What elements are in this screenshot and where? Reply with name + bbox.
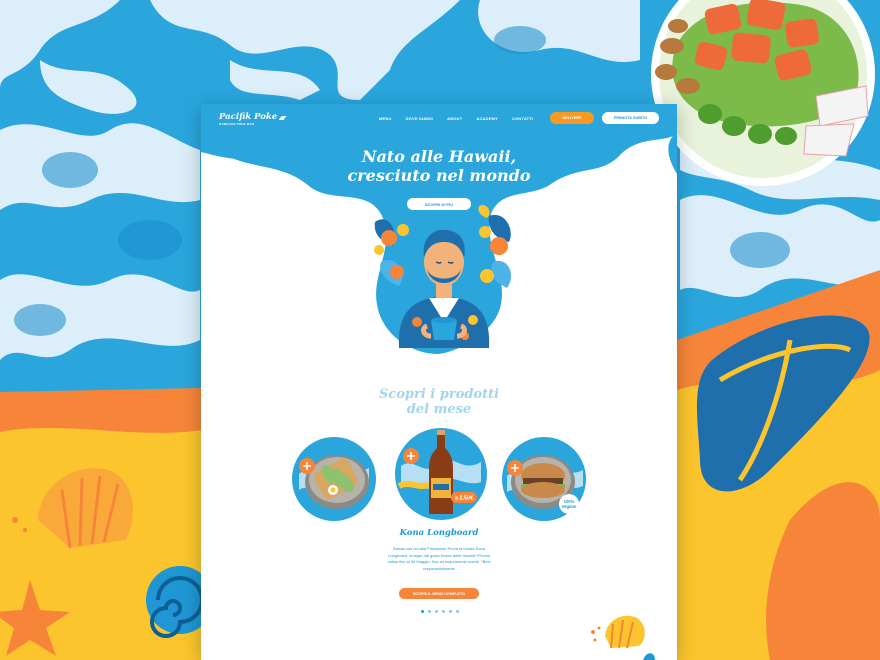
nav-link-about[interactable]: ABOUT <box>447 116 462 121</box>
delivery-button[interactable]: DELIVERY <box>550 112 594 124</box>
brand-logo[interactable]: Pacifik Poke HAWAIIAN POKE BAR <box>219 113 287 129</box>
carousel-pagination <box>421 610 459 613</box>
carousel-dot[interactable] <box>442 610 445 613</box>
product-kona-longboard[interactable]: a 2,50€ <box>393 426 489 522</box>
book-now-button[interactable]: PRENOTA SUBITO <box>602 112 659 124</box>
product-avocado-toast[interactable] <box>289 434 379 524</box>
nav-link-contatti[interactable]: CONTATTI <box>512 116 533 121</box>
products-title-line-1: Scopri i prodotti <box>378 387 500 402</box>
full-menu-button[interactable]: SCOPRI IL MENU COMPLETO <box>399 588 479 599</box>
hero-title: Nato alle Hawaii, cresciuto nel mondo <box>321 147 557 185</box>
carousel-dot[interactable] <box>449 610 452 613</box>
nav-link-academy[interactable]: ACADEMY <box>476 116 498 121</box>
products-section-title: Scopri i prodotti del mese <box>351 387 527 417</box>
wave-logo-icon <box>279 116 287 120</box>
shell-decoration <box>591 615 655 660</box>
price-badge: a 2,50€ <box>455 496 473 502</box>
top-navigation: Pacifik Poke HAWAIIAN POKE BAR MENU DOVE… <box>201 104 677 134</box>
featured-product-description: Brinda con noi alla Primavera! Prova la … <box>387 546 491 571</box>
carousel-dot[interactable] <box>435 610 438 613</box>
hero-title-line-1: Nato alle Hawaii, <box>361 147 517 166</box>
carousel-dot[interactable] <box>428 610 431 613</box>
featured-product-name: Kona Longboard <box>399 528 479 538</box>
products-title-line-2: del mese <box>406 402 472 417</box>
vegan-badge-line2: Vegano <box>562 504 577 509</box>
nav-links: MENU DOVE SIAMO ABOUT ACADEMY CONTATTI <box>379 116 547 121</box>
carousel-dot[interactable] <box>421 610 424 613</box>
carousel-dot[interactable] <box>456 610 459 613</box>
product-vegan-bagel[interactable]: 100% Vegano <box>499 434 589 524</box>
nav-link-dove-siamo[interactable]: DOVE SIAMO <box>406 116 434 121</box>
nav-link-menu[interactable]: MENU <box>379 116 392 121</box>
hawaiian-man-illustration <box>374 205 512 348</box>
hero-title-line-2: cresciuto nel mondo <box>347 166 531 185</box>
website-page: Pacifik Poke HAWAIIAN POKE BAR MENU DOVE… <box>201 104 677 660</box>
discover-more-button[interactable]: SCOPRI DI PIÙ <box>407 198 471 210</box>
